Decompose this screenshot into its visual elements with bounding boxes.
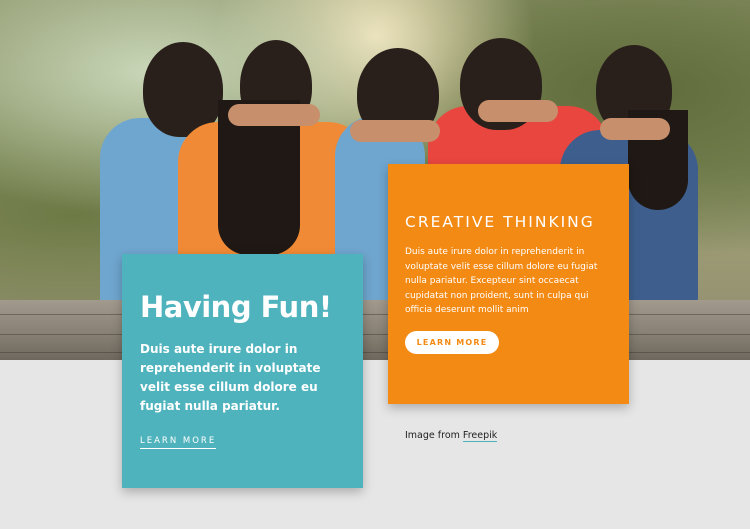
arm-4 [600, 118, 670, 140]
creative-thinking-learn-more-button[interactable]: LEARN MORE [405, 331, 499, 354]
arm-2 [350, 120, 440, 142]
freepik-link[interactable]: Freepik [462, 430, 498, 442]
arm-3 [478, 100, 558, 122]
creative-thinking-card: CREATIVE THINKING Duis aute irure dolor … [388, 164, 629, 404]
arm-1 [228, 104, 320, 126]
having-fun-text: Duis aute irure dolor in reprehenderit i… [140, 342, 321, 413]
creative-thinking-title: CREATIVE THINKING [405, 213, 595, 231]
hero-photo [0, 0, 750, 360]
having-fun-learn-more-link[interactable]: LEARN MORE [140, 436, 217, 449]
having-fun-card: Having Fun! Duis aute irure dolor in rep… [122, 254, 363, 488]
wooden-deck [0, 300, 750, 360]
image-credit-prefix: Image from [405, 430, 460, 441]
image-credit: Image from Freepik [405, 430, 498, 442]
creative-thinking-text: Duis aute irure dolor in reprehenderit i… [405, 247, 598, 316]
having-fun-title: Having Fun! [140, 290, 332, 324]
